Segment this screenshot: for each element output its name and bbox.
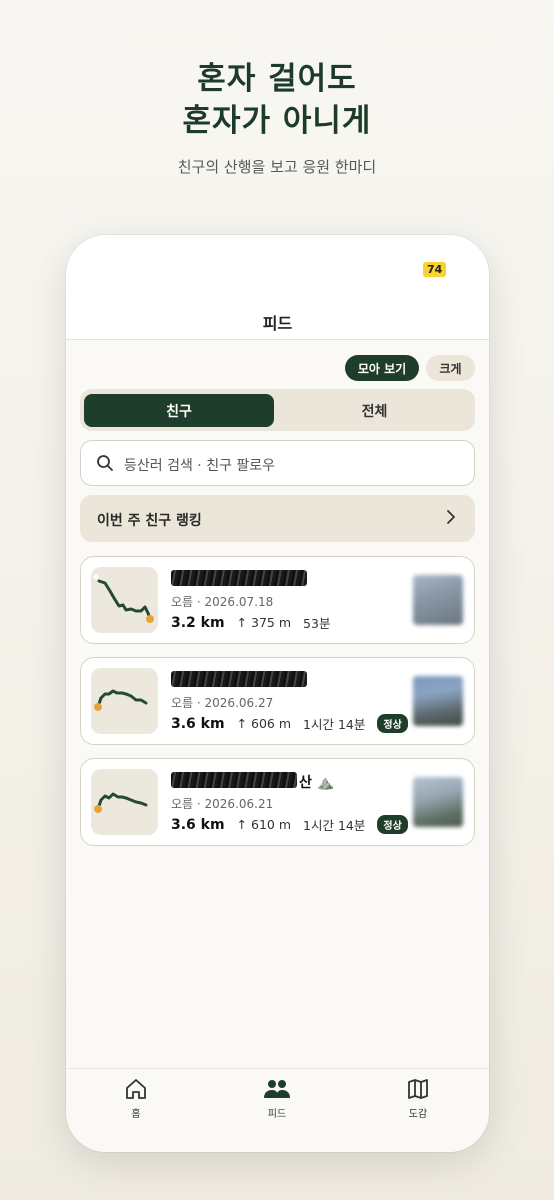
hero: 혼자 걸어도 혼자가 아니게 친구의 산행을 보고 응원 한마디 (0, 58, 554, 177)
hike-duration: 53분 (303, 616, 331, 631)
summit-badge: 정상 (377, 714, 408, 733)
route-thumbnail (91, 769, 158, 835)
people-icon (264, 1080, 290, 1098)
phone-frame: 74 피드 모아 보기 크게 친구 전체 등산러 검색 · 친구 팔로우 이번 … (66, 235, 489, 1152)
hike-photo (413, 777, 463, 827)
nav-feed-label: 피드 (267, 1109, 287, 1120)
bottom-nav: 홈 피드 도감 (66, 1068, 489, 1152)
hike-card[interactable]: 오름 · 2026.06.27 3.6 km ↑ 606 m 1시간 14분 정… (80, 657, 475, 745)
route-thumbnail (91, 668, 158, 734)
hike-date: 오름 · 2026.07.18 (171, 595, 274, 609)
nav-collection-label: 도감 (408, 1109, 428, 1120)
user-name-redacted (171, 570, 307, 586)
hike-date: 오름 · 2026.06.27 (171, 696, 274, 710)
hike-card[interactable]: 오름 · 2026.07.18 3.2 km ↑ 375 m 53분 (80, 556, 475, 644)
search-placeholder: 등산러 검색 · 친구 팔로우 (124, 458, 276, 474)
hike-elevation: ↑ 606 m (236, 716, 292, 731)
weekly-ranking-row[interactable]: 이번 주 친구 랭킹 (80, 495, 475, 542)
collect-view-button[interactable]: 모아 보기 (345, 355, 419, 381)
nav-feed[interactable]: 피드 (237, 1077, 317, 1120)
nav-collection[interactable]: 도감 (378, 1077, 458, 1120)
summit-badge: 정상 (377, 815, 408, 834)
hike-distance: 3.6 km (171, 816, 225, 833)
hike-card[interactable]: 산 ⛰️ 오름 · 2026.06.21 3.6 km ↑ 610 m 1시간 … (80, 758, 475, 846)
chevron-right-icon (445, 509, 457, 529)
page-title: 피드 (262, 314, 293, 333)
search-icon (96, 454, 114, 476)
tab-all[interactable]: 전체 (278, 394, 471, 427)
nav-home-label: 홈 (131, 1109, 141, 1120)
hike-photo (413, 676, 463, 726)
search-input[interactable]: 등산러 검색 · 친구 팔로우 (80, 440, 475, 486)
route-thumbnail (91, 567, 158, 633)
large-view-button[interactable]: 크게 (426, 355, 475, 381)
hero-title-line1: 혼자 걸어도 (197, 61, 357, 97)
tab-friends[interactable]: 친구 (84, 394, 274, 427)
feed-scope-segment: 친구 전체 (80, 389, 475, 431)
hike-duration: 1시간 14분 (303, 717, 366, 732)
app-header: 74 피드 (66, 235, 489, 340)
hike-distance: 3.6 km (171, 715, 225, 732)
user-name-redacted (171, 772, 297, 788)
hike-date: 오름 · 2026.06.21 (171, 797, 274, 811)
ranking-label: 이번 주 친구 랭킹 (97, 513, 202, 529)
nav-home[interactable]: 홈 (96, 1077, 176, 1120)
hike-distance: 3.2 km (171, 614, 225, 631)
hero-title-line2: 혼자가 아니게 (182, 103, 372, 139)
hike-elevation: ↑ 610 m (236, 817, 292, 832)
hike-photo (413, 575, 463, 625)
map-icon (408, 1079, 428, 1099)
home-icon (126, 1079, 146, 1099)
battery-indicator: 74 (423, 262, 447, 277)
mountain-name-tail: 산 ⛰️ (299, 775, 335, 791)
hike-duration: 1시간 14분 (303, 818, 366, 833)
hike-stats: 3.2 km ↑ 375 m 53분 (171, 613, 330, 632)
user-name-redacted (171, 671, 307, 687)
hike-elevation: ↑ 375 m (236, 615, 292, 630)
hero-subtitle: 친구의 산행을 보고 응원 한마디 (177, 158, 377, 176)
hike-stats: 3.6 km ↑ 610 m 1시간 14분 정상 (171, 815, 408, 834)
hike-stats: 3.6 km ↑ 606 m 1시간 14분 정상 (171, 714, 408, 733)
